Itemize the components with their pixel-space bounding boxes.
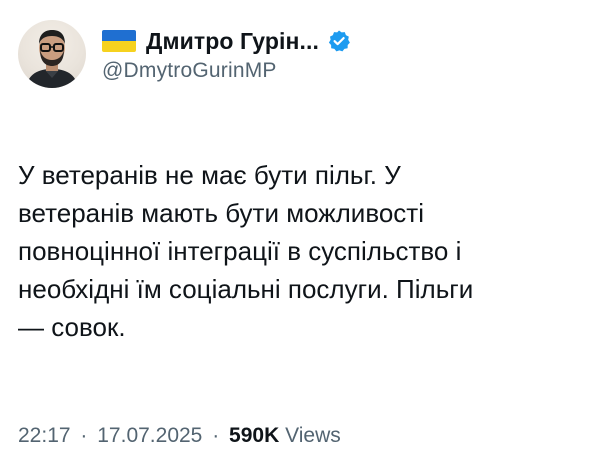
avatar[interactable] xyxy=(18,20,86,88)
meta-separator: · xyxy=(212,424,220,447)
tweet-card: Дмитро Гурін... @DmytroGurinMP У ветеран… xyxy=(0,0,597,468)
author-identity: Дмитро Гурін... @DmytroGurinMP xyxy=(102,25,351,83)
author-name-row[interactable]: Дмитро Гурін... xyxy=(102,25,351,57)
tweet-time[interactable]: 22:17 xyxy=(18,424,71,447)
meta-separator: · xyxy=(80,424,88,447)
tweet-header: Дмитро Гурін... @DmytroGurinMP xyxy=(18,18,351,90)
views-count[interactable]: 590K xyxy=(229,424,279,447)
tweet-meta: 22:17 · 17.07.2025 · 590K Views xyxy=(18,424,341,448)
views-label[interactable]: Views xyxy=(285,424,341,447)
tweet-date[interactable]: 17.07.2025 xyxy=(97,424,202,447)
avatar-image xyxy=(26,30,78,88)
verified-badge-icon xyxy=(327,29,351,53)
author-handle[interactable]: @DmytroGurinMP xyxy=(102,59,351,83)
author-display-name[interactable]: Дмитро Гурін... xyxy=(146,28,319,55)
tweet-text: У ветеранів не має бути пільг. У ветеран… xyxy=(18,160,474,342)
ukraine-flag-icon xyxy=(102,30,136,52)
